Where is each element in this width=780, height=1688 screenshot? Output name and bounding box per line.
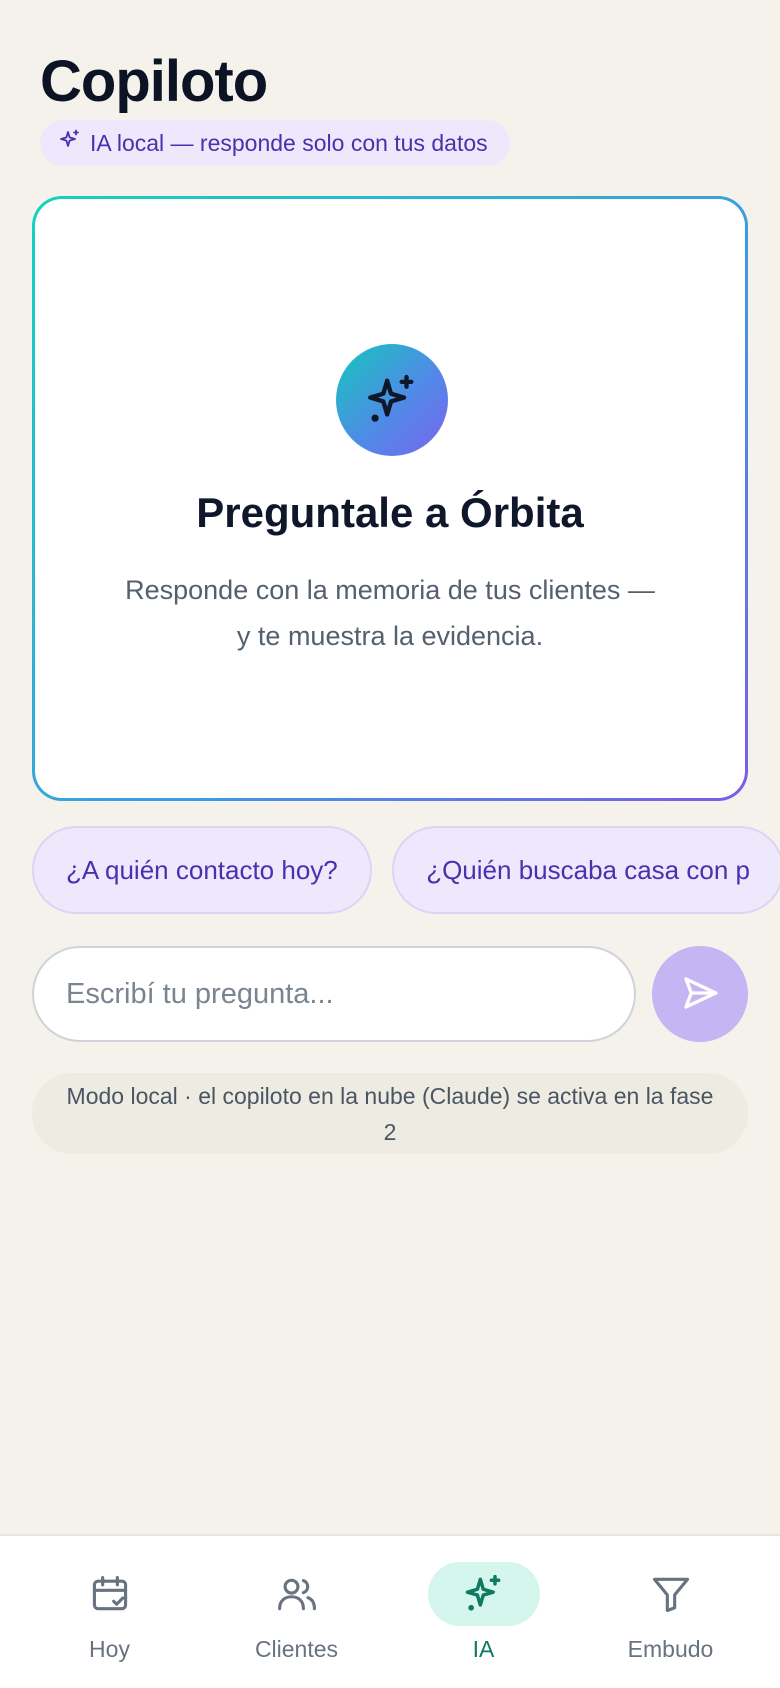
local-mode-notice: Modo local · el copiloto en la nube (Cla…	[32, 1073, 748, 1154]
nav-item-clientes[interactable]: Clientes	[199, 1536, 394, 1688]
users-icon	[241, 1562, 353, 1626]
bottom-nav: Hoy Clientes IA Embudo	[0, 1534, 780, 1688]
page-title: Copiloto	[40, 49, 268, 114]
sparkles-icon	[427, 1562, 540, 1626]
suggestion-chip-house-search[interactable]: ¿Quién buscaba casa con p	[392, 826, 780, 914]
send-icon	[679, 972, 721, 1017]
nav-item-embudo[interactable]: Embudo	[573, 1536, 768, 1688]
hero-title: Preguntale a Órbita	[196, 489, 584, 536]
calendar-check-icon	[54, 1562, 166, 1626]
suggestion-chips: ¿A quién contacto hoy? ¿Quién buscaba ca…	[32, 826, 780, 914]
filter-icon	[615, 1562, 727, 1626]
hero-description: Responde con la memoria de tus clientes …	[125, 575, 655, 651]
nav-item-ia[interactable]: IA	[386, 1536, 581, 1688]
nav-label-hoy: Hoy	[89, 1636, 130, 1662]
local-ai-badge-label: IA local — responde solo con tus datos	[90, 129, 488, 156]
nav-item-hoy[interactable]: Hoy	[12, 1536, 207, 1688]
hero-card-border: Preguntale a Órbita Responde con la memo…	[32, 196, 748, 801]
question-input[interactable]	[66, 977, 602, 1011]
send-button[interactable]	[652, 946, 748, 1042]
sparkles-icon	[336, 344, 448, 456]
local-ai-badge: IA local — responde solo con tus datos	[40, 120, 510, 166]
question-input-container	[32, 946, 636, 1042]
nav-label-embudo: Embudo	[627, 1636, 714, 1662]
copilot-screen: Copiloto IA local — responde solo con tu…	[0, 0, 780, 1688]
hero-card: Preguntale a Órbita Responde con la memo…	[35, 199, 745, 798]
sparkles-icon	[58, 128, 82, 158]
nav-label-clientes: Clientes	[254, 1636, 339, 1662]
suggestion-chip-contact-today[interactable]: ¿A quién contacto hoy?	[32, 826, 372, 914]
nav-label-ia: IA	[472, 1636, 495, 1662]
